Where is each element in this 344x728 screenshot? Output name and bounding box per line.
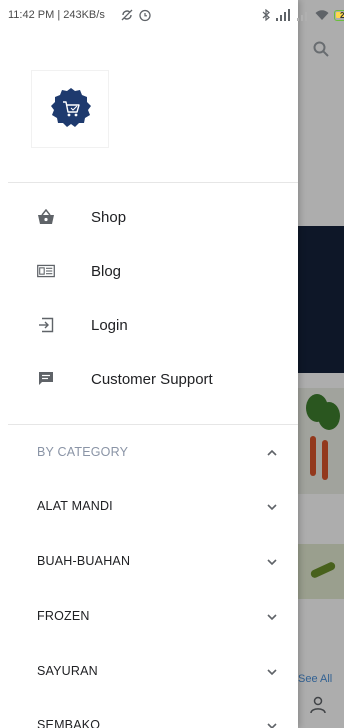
divider — [8, 424, 298, 425]
status-bar: 11:42 PM | 243KB/s 20 — [0, 0, 344, 34]
category-item[interactable]: FROZEN — [0, 597, 298, 637]
chevron-down-icon — [267, 559, 277, 566]
login-icon — [37, 316, 55, 334]
sync-off-icon — [121, 9, 133, 21]
menu-item-login[interactable]: Login — [0, 298, 298, 352]
category-label: SEMBAKO — [37, 718, 101, 728]
battery-level: 20 — [340, 10, 344, 20]
menu-label: Login — [91, 316, 128, 334]
category-label: BUAH-BUAHAN — [37, 554, 131, 568]
battery-icon: 20 — [334, 9, 344, 21]
wifi-icon — [315, 10, 329, 20]
store-logo[interactable] — [32, 71, 108, 147]
category-item[interactable]: ALAT MANDI — [0, 487, 298, 527]
category-label: FROZEN — [37, 609, 90, 623]
cart-logo-icon — [51, 88, 91, 127]
menu-label: Blog — [91, 262, 122, 280]
menu-label: Customer Support — [91, 370, 213, 388]
bluetooth-icon — [262, 9, 270, 21]
category-item[interactable]: BUAH-BUAHAN — [0, 542, 298, 582]
chevron-up-icon[interactable] — [265, 448, 279, 458]
menu-item-customer-support[interactable]: Customer Support — [0, 352, 298, 406]
category-item[interactable]: SAYURAN — [0, 652, 298, 692]
status-icons: 20 — [262, 8, 344, 22]
menu-label: Shop — [91, 208, 127, 226]
menu-item-blog[interactable]: Blog — [0, 244, 298, 298]
category-header[interactable]: BY CATEGORY — [0, 433, 298, 471]
article-icon — [37, 262, 55, 280]
category-label: ALAT MANDI — [37, 499, 113, 513]
divider — [8, 182, 298, 183]
menu-item-shop[interactable]: Shop — [0, 190, 298, 244]
alarm-icon — [139, 9, 151, 22]
signal-icon — [276, 9, 290, 21]
chevron-down-icon — [267, 723, 277, 728]
chevron-down-icon — [267, 614, 277, 621]
status-time: 11:42 PM | 243KB/s — [8, 9, 105, 21]
navigation-drawer: Shop Blog Login Customer Support BY CATE… — [0, 0, 298, 728]
basket-icon — [37, 208, 55, 226]
chevron-down-icon — [267, 504, 277, 511]
category-label: SAYURAN — [37, 664, 98, 678]
category-header-label: BY CATEGORY — [37, 445, 129, 459]
signal-icon — [297, 12, 307, 21]
chevron-down-icon — [267, 669, 277, 676]
chat-icon — [37, 370, 55, 388]
category-item[interactable]: SEMBAKO — [0, 706, 298, 728]
